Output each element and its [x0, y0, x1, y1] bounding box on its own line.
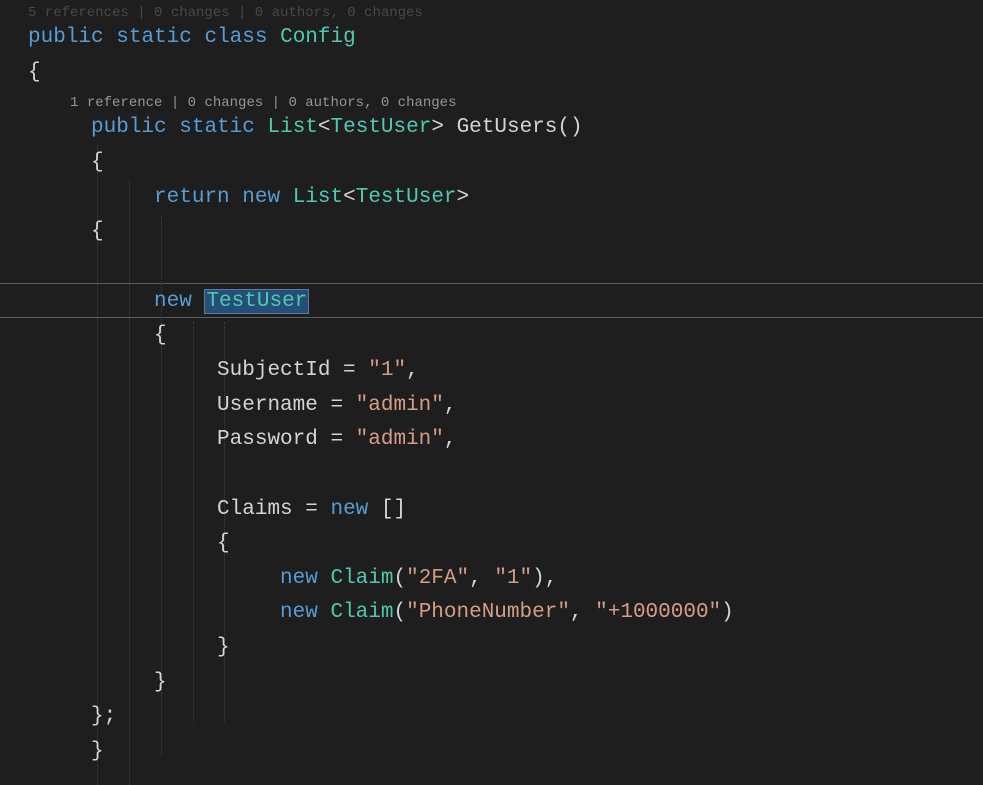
- string-literal: "admin": [356, 428, 444, 451]
- type-config: Config: [280, 26, 356, 49]
- code-line[interactable]: SubjectId = "1",: [28, 354, 983, 389]
- keyword-new: new: [280, 567, 318, 590]
- code-line[interactable]: }: [28, 735, 983, 770]
- brace-open: {: [28, 61, 41, 84]
- string-literal: "1": [494, 567, 532, 590]
- code-line[interactable]: new Claim("PhoneNumber", "+1000000"): [28, 596, 983, 631]
- code-line[interactable]: }: [28, 666, 983, 701]
- keyword-public: public: [91, 116, 167, 139]
- code-line[interactable]: Password = "admin",: [28, 423, 983, 458]
- code-line[interactable]: {: [28, 527, 983, 562]
- type-list: List: [293, 186, 343, 209]
- type-testuser: TestUser: [356, 186, 457, 209]
- keyword-static: static: [116, 26, 192, 49]
- code-line[interactable]: {: [28, 215, 983, 250]
- code-line[interactable]: new Claim("2FA", "1"),: [28, 562, 983, 597]
- keyword-public: public: [28, 26, 104, 49]
- code-line[interactable]: return new List<TestUser>: [28, 181, 983, 216]
- type-testuser: TestUser: [331, 116, 432, 139]
- code-line[interactable]: [28, 250, 983, 285]
- code-line[interactable]: };: [28, 700, 983, 735]
- code-line[interactable]: {: [28, 56, 983, 91]
- code-line[interactable]: }: [28, 631, 983, 666]
- keyword-new: new: [242, 186, 280, 209]
- type-list: List: [267, 116, 317, 139]
- code-line[interactable]: Username = "admin",: [28, 389, 983, 424]
- type-claim: Claim: [330, 601, 393, 624]
- property-password: Password: [217, 428, 318, 451]
- property-username: Username: [217, 394, 318, 417]
- selected-text: TestUser: [204, 289, 309, 314]
- type-claim: Claim: [330, 567, 393, 590]
- code-line[interactable]: public static class Config: [28, 21, 983, 56]
- property-subjectid: SubjectId: [217, 359, 330, 382]
- string-literal: "2FA": [406, 567, 469, 590]
- keyword-class: class: [204, 26, 267, 49]
- keyword-static: static: [179, 116, 255, 139]
- string-literal: "1": [368, 359, 406, 382]
- string-literal: "PhoneNumber": [406, 601, 570, 624]
- code-line[interactable]: {: [28, 319, 983, 354]
- code-line[interactable]: new TestUser: [28, 285, 983, 320]
- code-line[interactable]: Claims = new []: [28, 493, 983, 528]
- method-getusers: GetUsers: [457, 116, 558, 139]
- code-line[interactable]: {: [28, 146, 983, 181]
- keyword-return: return: [154, 186, 230, 209]
- keyword-new: new: [154, 290, 192, 313]
- code-line[interactable]: [28, 458, 983, 493]
- string-literal: "+1000000": [595, 601, 721, 624]
- code-editor[interactable]: 5 references | 0 changes | 0 authors, 0 …: [0, 2, 983, 770]
- keyword-new: new: [280, 601, 318, 624]
- keyword-new: new: [330, 498, 368, 521]
- code-line[interactable]: public static List<TestUser> GetUsers(): [28, 111, 983, 146]
- property-claims: Claims: [217, 498, 293, 521]
- string-literal: "admin": [356, 394, 444, 417]
